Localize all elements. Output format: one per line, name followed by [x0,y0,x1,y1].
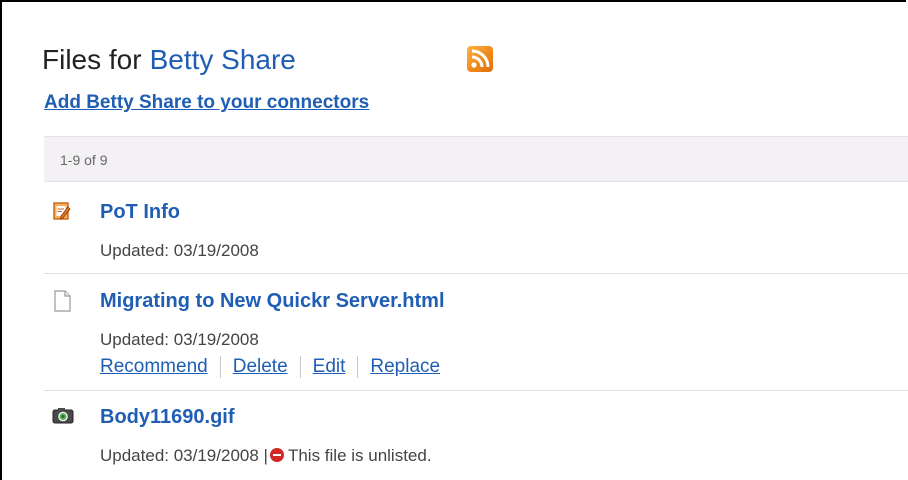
unlisted-status: This file is unlisted. [287,446,432,465]
edit-link[interactable]: Edit [313,356,346,377]
file-name-link[interactable]: Body11690.gif [100,406,235,429]
file-name-link[interactable]: PoT Info [100,201,180,224]
file-row: PoT Info Updated: 03/19/2008 [44,195,908,274]
replace-link[interactable]: Replace [370,356,440,377]
action-separator [357,356,359,378]
document-edit-icon [52,201,72,221]
recommend-link[interactable]: Recommend [100,356,208,377]
title-prefix: Files for [42,44,142,75]
title-user-link[interactable]: Betty Share [150,44,296,76]
file-row: Body11690.gif Updated: 03/19/2008 | This … [44,400,908,480]
file-updated: Updated: 03/19/2008 [100,330,259,349]
page-title: Files for Betty Share [42,40,296,80]
rss-feed-icon[interactable] [467,46,493,72]
camera-image-icon [52,406,74,426]
file-updated-status: Updated: 03/19/2008 | This file is unlist… [100,446,432,466]
blank-file-icon [52,290,72,312]
unlisted-icon [269,448,284,462]
add-to-connectors-link[interactable]: Add Betty Share to your connectors [44,92,369,114]
file-actions: Recommend Delete Edit Replace [100,356,440,378]
action-separator [219,356,221,378]
delete-link[interactable]: Delete [233,356,288,377]
action-separator [299,356,301,378]
files-panel: Files for Betty Share Add Betty Share to… [0,0,908,480]
file-updated: Updated: 03/19/2008 [100,241,259,260]
paging-bar: 1-9 of 9 [44,136,908,182]
file-updated: Updated: 03/19/2008 | [100,446,268,465]
file-name-link[interactable]: Migrating to New Quickr Server.html [100,290,445,313]
file-row: Migrating to New Quickr Server.html Upda… [44,284,908,391]
paging-count: 1-9 of 9 [60,152,108,168]
